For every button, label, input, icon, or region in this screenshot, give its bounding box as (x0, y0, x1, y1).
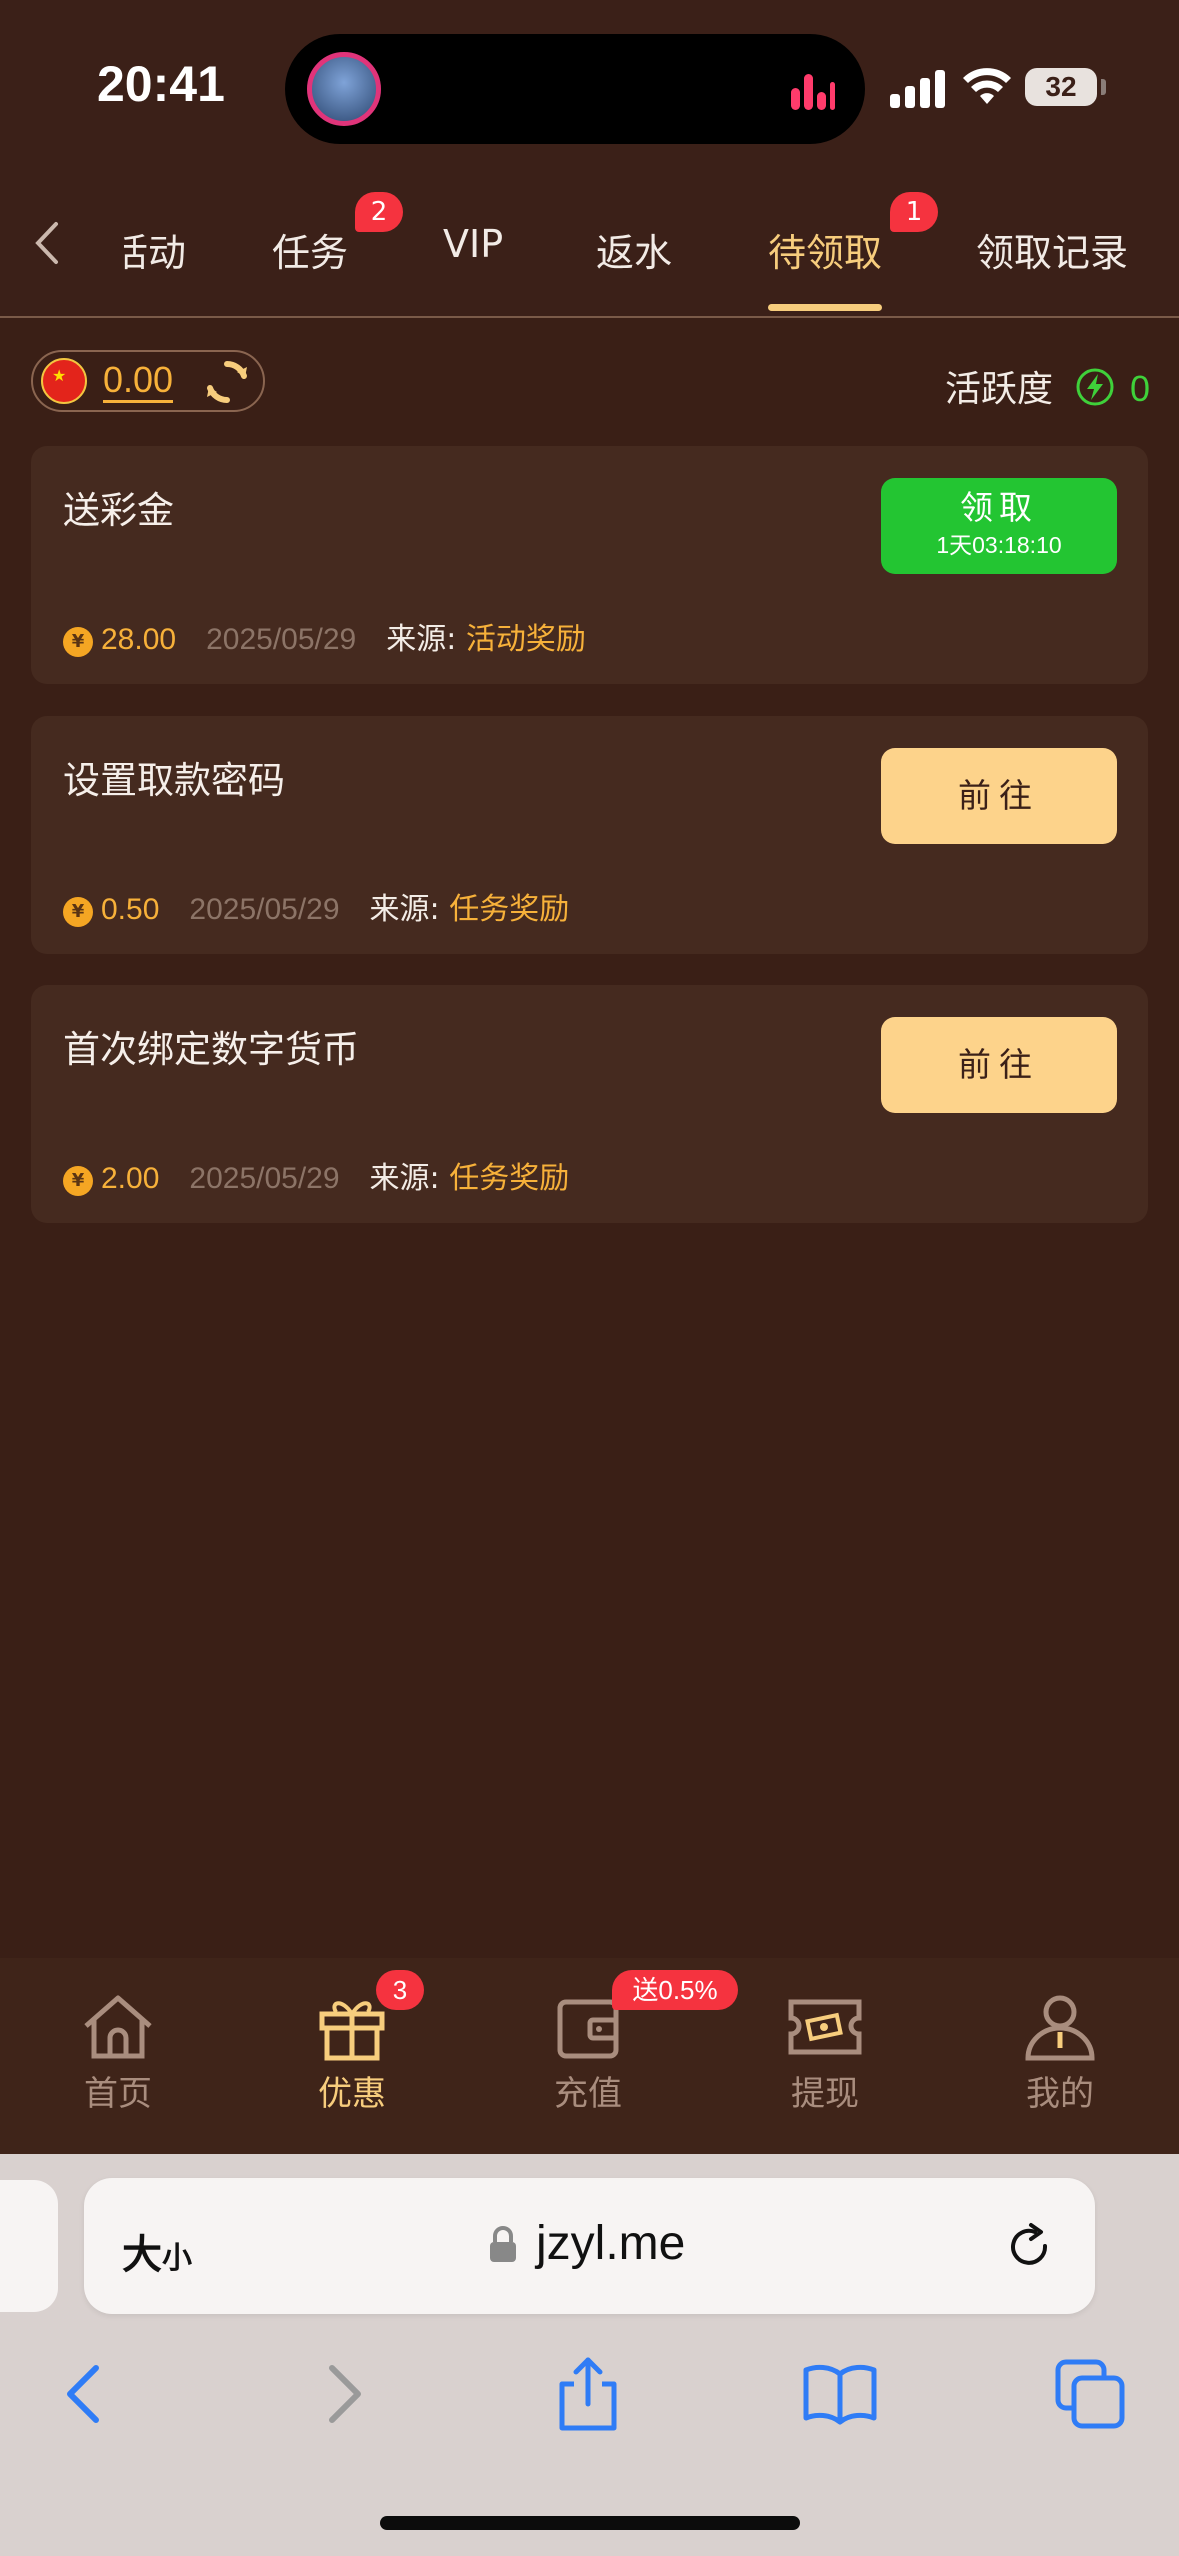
nav-deposit[interactable]: 充值 (508, 1992, 668, 2115)
china-flag-icon: ★ (41, 358, 87, 404)
battery-tip (1101, 79, 1106, 95)
status-time: 20:41 (97, 56, 225, 112)
cellular-signal-icon (890, 70, 946, 108)
address-bar[interactable]: 大小 jzyl.me (84, 2178, 1095, 2314)
promotions-badge: 3 (376, 1970, 424, 2010)
tab-claim-history[interactable]: 领取记录 (976, 222, 1128, 277)
balance-value: 0.00 (103, 360, 174, 403)
tab-pending-claim[interactable]: 待领取 (768, 222, 882, 277)
tab-pending-claim-badge: 1 (890, 192, 938, 232)
reward-source-label: 来源: (369, 892, 440, 927)
reward-date: 2025/05/29 (189, 893, 340, 926)
activity-value: 0 (1129, 368, 1150, 409)
nav-withdraw-label: 提现 (791, 2074, 859, 2114)
tab-rebate[interactable]: 返水 (596, 222, 672, 277)
nav-profile[interactable]: 我的 (980, 1992, 1140, 2115)
tab-tasks-badge: 2 (355, 192, 403, 232)
claim-countdown: 1天03:18:10 (936, 532, 1062, 558)
active-tab-indicator (768, 304, 882, 311)
now-playing-avatar-icon (307, 52, 381, 126)
reward-card: 送彩金 领取 1天03:18:10 ¥28.00 2025/05/29 来源: 活动… (31, 446, 1148, 684)
bottom-nav: 首页 优惠 3 充值 送0.5% 提现 我的 (0, 1958, 1179, 2154)
lightning-icon (1076, 368, 1114, 406)
nav-promotions[interactable]: 优惠 (272, 1992, 432, 2115)
tab-vip[interactable]: VIP (443, 222, 503, 266)
deposit-bonus-badge: 送0.5% (612, 1970, 738, 2010)
coin-icon: ¥ (63, 897, 93, 927)
text-size-small: 小 (162, 2241, 192, 2276)
reward-title: 设置取款密码 (63, 759, 285, 802)
tabs-icon[interactable] (1050, 2354, 1130, 2434)
reward-title: 送彩金 (63, 489, 174, 532)
nav-profile-label: 我的 (1026, 2074, 1094, 2114)
ticket-icon (788, 1999, 862, 2055)
activity-label: 活跃度 (945, 369, 1054, 410)
user-icon (1025, 1995, 1095, 2061)
reward-amount: 2.00 (101, 1162, 160, 1195)
nav-home-label: 首页 (84, 2074, 152, 2114)
tab-tasks[interactable]: 任务 (272, 222, 348, 277)
coin-icon: ¥ (63, 627, 93, 657)
refresh-balance-icon[interactable] (203, 358, 251, 406)
browser-toolbar: 大小 jzyl.me (0, 2154, 1179, 2556)
reward-meta: ¥2.00 2025/05/29 来源: 任务奖励 (63, 1153, 569, 1197)
reward-source-label: 来源: (386, 622, 457, 657)
reward-source: 活动奖励 (465, 622, 586, 657)
reward-source: 任务奖励 (449, 892, 570, 927)
reward-card: 首次绑定数字货币 前往 ¥2.00 2025/05/29 来源: 任务奖励 (31, 985, 1148, 1223)
reward-date: 2025/05/29 (206, 623, 357, 656)
reward-date: 2025/05/29 (189, 1162, 340, 1195)
share-icon[interactable] (548, 2354, 628, 2434)
coin-icon: ¥ (63, 1166, 93, 1196)
battery-icon: 32 (1025, 68, 1097, 106)
reward-meta: ¥0.50 2025/05/29 来源: 任务奖励 (63, 884, 569, 928)
claim-button[interactable]: 领取 1天03:18:10 (881, 478, 1117, 574)
nav-home[interactable]: 首页 (38, 1992, 198, 2115)
audio-level-icon (791, 74, 835, 110)
dynamic-island (285, 34, 865, 144)
reward-amount: 0.50 (101, 893, 160, 926)
nav-promotions-label: 优惠 (318, 2074, 386, 2114)
reward-source: 任务奖励 (449, 1161, 570, 1196)
forward-arrow-icon[interactable] (302, 2354, 382, 2434)
reward-amount: 28.00 (101, 623, 177, 656)
reload-icon[interactable] (1005, 2222, 1055, 2272)
status-bar: 20:41 32 (0, 0, 1179, 170)
previous-tab-preview[interactable] (0, 2180, 58, 2312)
go-button[interactable]: 前往 (881, 748, 1117, 844)
home-icon (84, 1995, 152, 2059)
lock-icon (490, 2226, 516, 2262)
tab-activity[interactable]: 活动 (124, 222, 186, 277)
reward-title: 首次绑定数字货币 (63, 1028, 359, 1071)
back-arrow-icon[interactable] (46, 2354, 126, 2434)
bookmarks-icon[interactable] (800, 2354, 880, 2434)
reward-source-label: 来源: (369, 1161, 440, 1196)
text-size-big: 大 (122, 2232, 162, 2278)
wifi-icon (962, 66, 1012, 117)
promo-tab-bar: 活动 任务 2 VIP 返水 待领取 1 领取记录 (0, 170, 1179, 318)
reward-meta: ¥28.00 2025/05/29 来源: 活动奖励 (63, 614, 586, 658)
balance-pill: ★ 0.00 (31, 350, 265, 412)
go-button[interactable]: 前往 (881, 1017, 1117, 1113)
nav-deposit-label: 充值 (554, 2074, 622, 2114)
text-size-button[interactable]: 大小 (122, 2222, 192, 2280)
nav-withdraw[interactable]: 提现 (745, 1992, 905, 2115)
activity-level: 活跃度 0 (945, 360, 1150, 412)
home-indicator (380, 2516, 800, 2530)
tab-scroll-back-icon[interactable] (28, 218, 68, 268)
claim-button-label: 领取 (960, 488, 1038, 527)
url-text: jzyl.me (536, 2217, 686, 2270)
reward-card: 设置取款密码 前往 ¥0.50 2025/05/29 来源: 任务奖励 (31, 716, 1148, 954)
